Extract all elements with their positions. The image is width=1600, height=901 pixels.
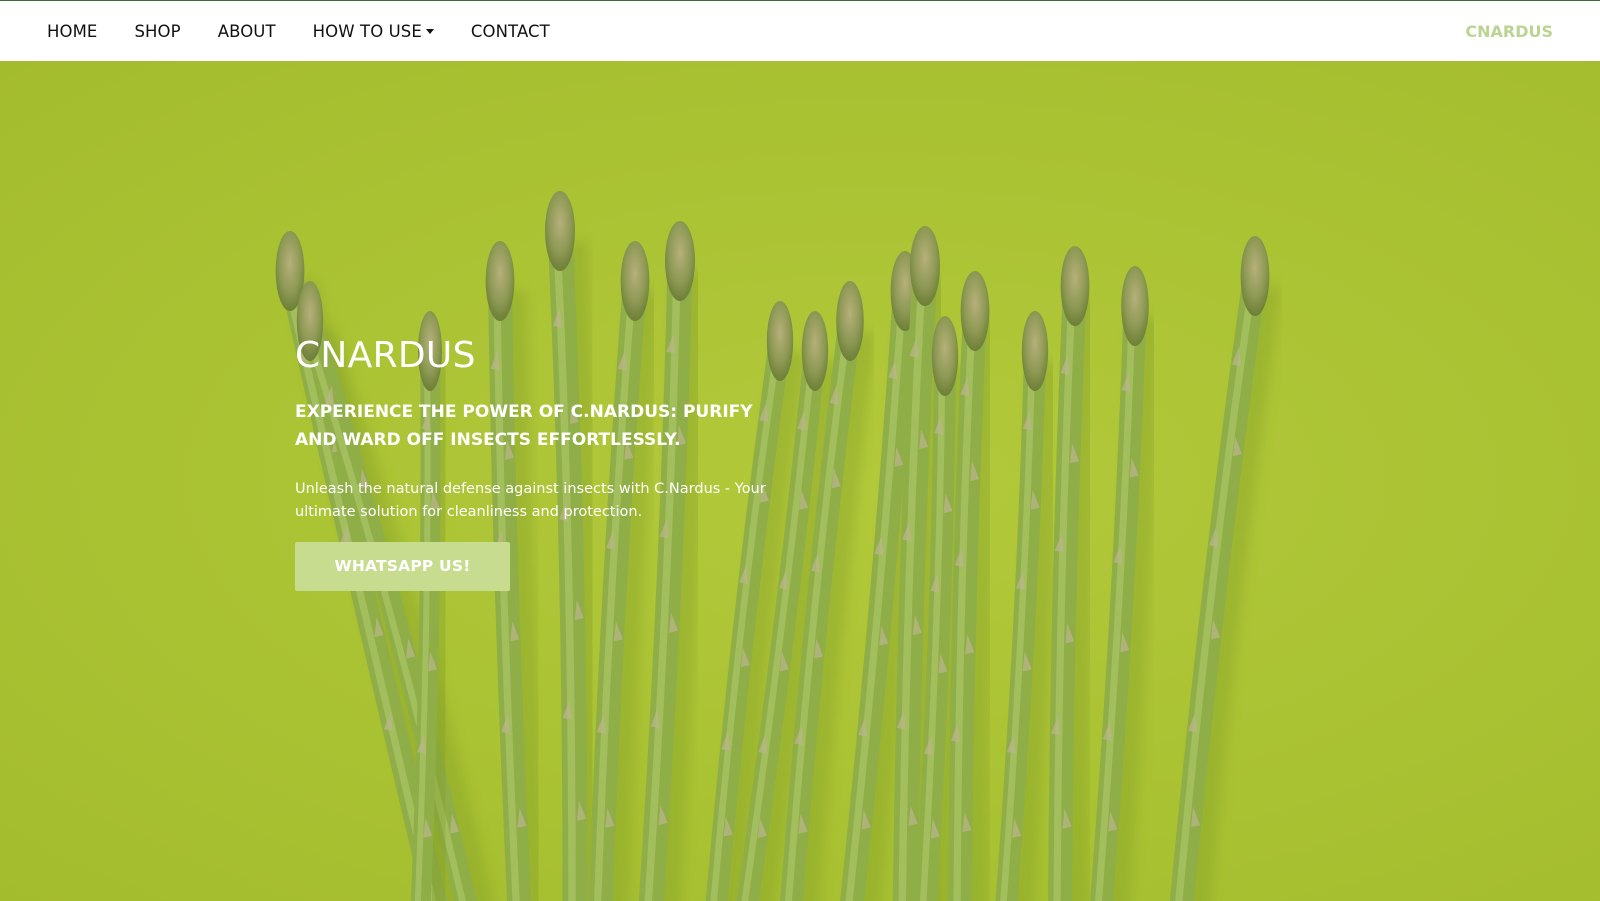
top-navbar: HOME SHOP ABOUT HOW TO USE CONTACT CNARD… xyxy=(0,0,1600,61)
caret-down-icon xyxy=(425,29,434,34)
page: HOME SHOP ABOUT HOW TO USE CONTACT CNARD… xyxy=(0,0,1600,901)
nav-link-shop[interactable]: SHOP xyxy=(134,22,180,41)
nav-link-about-label: ABOUT xyxy=(217,21,276,41)
nav-link-home[interactable]: HOME xyxy=(47,22,97,41)
nav-link-shop-label: SHOP xyxy=(134,21,181,41)
nav-link-about[interactable]: ABOUT xyxy=(218,22,276,41)
hero-section: CNARDUS EXPERIENCE THE POWER OF C.NARDUS… xyxy=(0,61,1600,901)
hero-subtitle: EXPERIENCE THE POWER OF C.NARDUS: PURIFY… xyxy=(295,401,753,450)
brand-logo-link[interactable]: CNARDUS xyxy=(1465,1,1553,61)
hero-title: CNARDUS xyxy=(295,335,476,376)
nav-link-contact-label: CONTACT xyxy=(470,21,550,41)
nav-dropdown-how-to-use[interactable]: HOW TO USE xyxy=(313,22,434,41)
whatsapp-button[interactable]: WHATSAPP US! xyxy=(295,541,510,591)
nav-link-how-to-use-label: HOW TO USE xyxy=(312,21,422,41)
nav-links: HOME SHOP ABOUT HOW TO USE CONTACT xyxy=(47,1,587,61)
nav-link-contact[interactable]: CONTACT xyxy=(471,22,550,41)
hero-description: Unleash the natural defense against inse… xyxy=(295,480,766,520)
nav-link-home-label: HOME xyxy=(47,21,98,41)
hero-content: CNARDUS EXPERIENCE THE POWER OF C.NARDUS… xyxy=(295,336,795,591)
hero-background-image xyxy=(275,191,1282,901)
